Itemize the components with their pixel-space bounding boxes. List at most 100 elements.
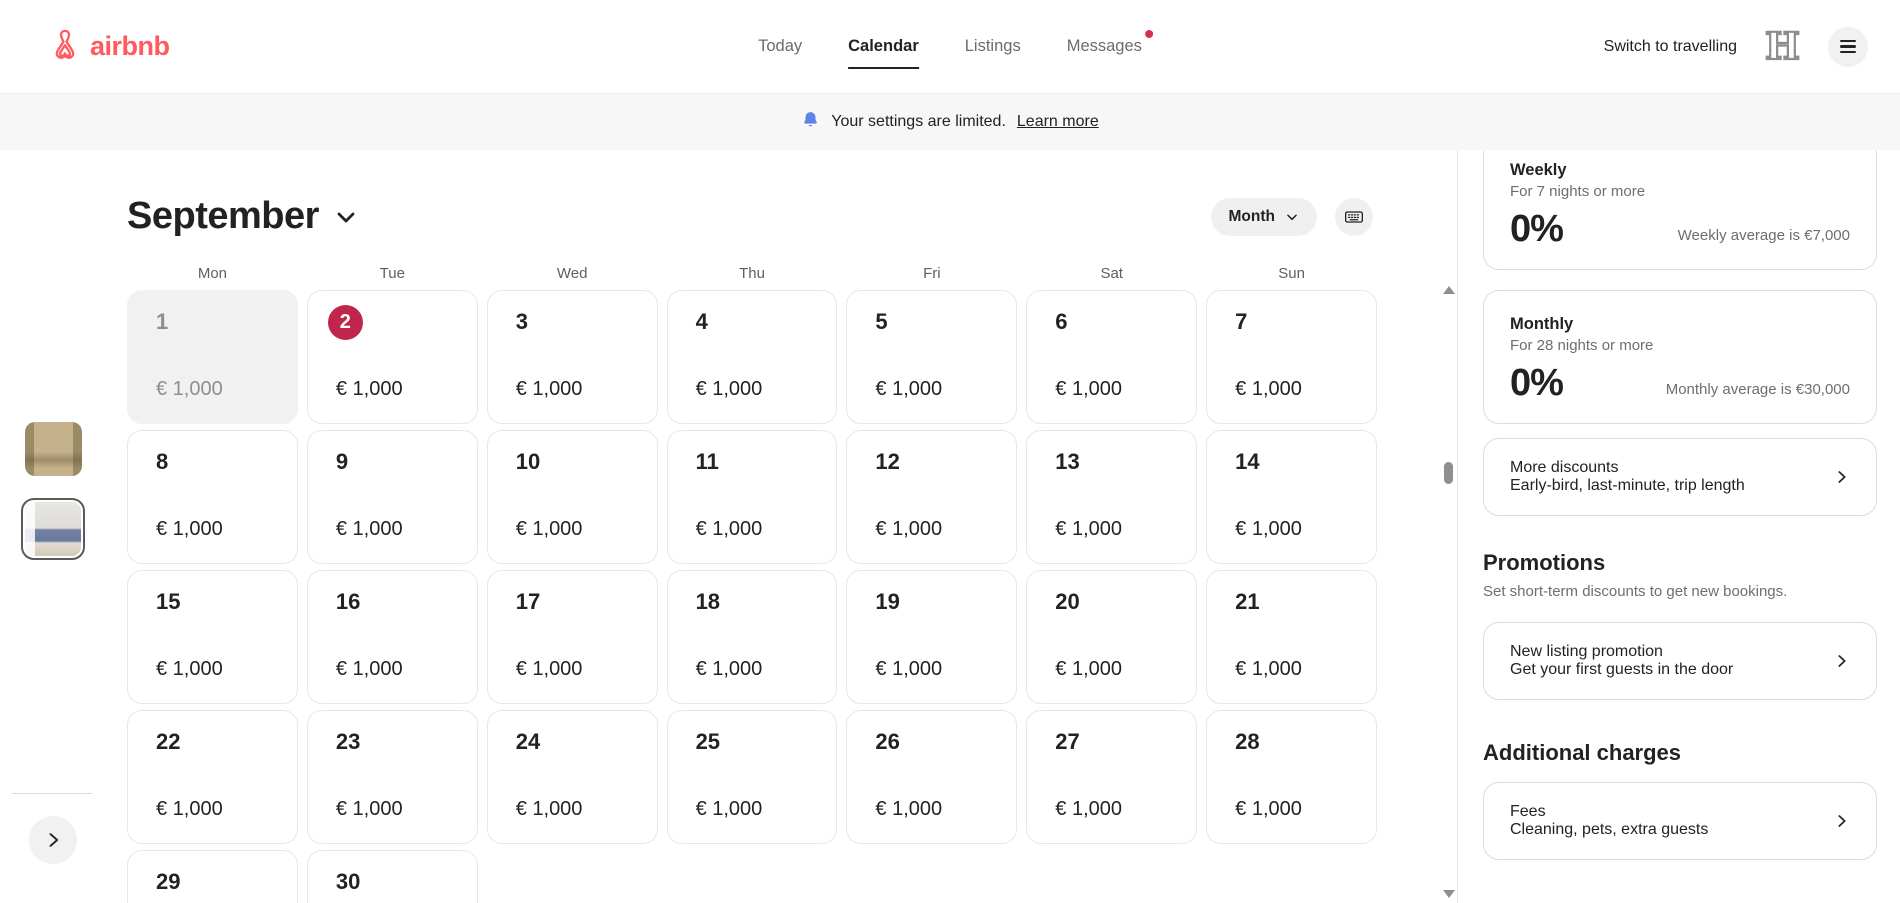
- day-price: € 1,000: [696, 658, 763, 681]
- nav-tab-messages[interactable]: Messages: [1067, 33, 1142, 60]
- weekday-label: Tue: [307, 265, 478, 282]
- hamburger-icon: [1840, 40, 1856, 42]
- new-listing-promotion-card[interactable]: New listing promotion Get your first gue…: [1483, 622, 1877, 700]
- calendar-day-cell[interactable]: 24€ 1,000: [487, 710, 658, 844]
- day-price: € 1,000: [516, 658, 583, 681]
- day-price: € 1,000: [1055, 798, 1122, 821]
- calendar-day-cell[interactable]: 15€ 1,000: [127, 570, 298, 704]
- card-subtitle: Cleaning, pets, extra guests: [1510, 821, 1834, 839]
- view-mode-label: Month: [1229, 208, 1275, 226]
- card-subtitle: Get your first guests in the door: [1510, 661, 1834, 679]
- chevron-down-icon: [334, 205, 358, 229]
- day-number: 5: [875, 309, 1016, 335]
- calendar-day-cell[interactable]: 21€ 1,000: [1206, 570, 1377, 704]
- learn-more-link[interactable]: Learn more: [1017, 113, 1099, 131]
- calendar-day-cell[interactable]: 10€ 1,000: [487, 430, 658, 564]
- calendar-day-cell[interactable]: 1€ 1,000: [127, 290, 298, 424]
- calendar-day-cell[interactable]: 9€ 1,000: [307, 430, 478, 564]
- listing-thumbnail-selected[interactable]: [21, 498, 85, 560]
- keyboard-shortcuts-button[interactable]: [1335, 198, 1373, 236]
- calendar-day-cell[interactable]: 26€ 1,000: [846, 710, 1017, 844]
- banner-text: Your settings are limited.: [831, 113, 1006, 131]
- fees-card[interactable]: Fees Cleaning, pets, extra guests: [1483, 782, 1877, 860]
- card-subtitle: Early-bird, last-minute, trip length: [1510, 477, 1834, 495]
- calendar-grid: 1€ 1,0002€ 1,0003€ 1,0004€ 1,0005€ 1,000…: [127, 290, 1377, 903]
- day-price: € 1,000: [875, 378, 942, 401]
- day-price: € 1,000: [336, 798, 403, 821]
- monthly-discount-card[interactable]: Monthly For 28 nights or more 0% Monthly…: [1483, 290, 1877, 424]
- day-number: 7: [1235, 309, 1376, 335]
- nav-tab-listings[interactable]: Listings: [965, 33, 1021, 60]
- view-mode-dropdown[interactable]: Month: [1211, 198, 1317, 236]
- airbnb-belo-icon: [48, 26, 82, 67]
- weekday-label: Wed: [487, 265, 658, 282]
- day-number: 4: [696, 309, 837, 335]
- airbnb-logo[interactable]: airbnb: [48, 26, 170, 67]
- calendar-day-cell[interactable]: 25€ 1,000: [667, 710, 838, 844]
- day-number: 23: [336, 729, 477, 755]
- calendar-day-cell[interactable]: 7€ 1,000: [1206, 290, 1377, 424]
- weekly-discount-card[interactable]: Weekly For 7 nights or more 0% Weekly av…: [1483, 150, 1877, 270]
- day-price: € 1,000: [156, 518, 223, 541]
- day-number: 27: [1055, 729, 1196, 755]
- scroll-up-arrow-icon[interactable]: [1443, 286, 1455, 294]
- card-title: Fees: [1510, 803, 1834, 821]
- day-price: € 1,000: [1055, 658, 1122, 681]
- day-price: € 1,000: [156, 378, 223, 401]
- day-number: 22: [156, 729, 297, 755]
- airbnb-wordmark: airbnb: [90, 31, 170, 62]
- scroll-down-arrow-icon[interactable]: [1443, 890, 1455, 898]
- day-price: € 1,000: [516, 378, 583, 401]
- month-selector[interactable]: September: [127, 195, 358, 238]
- day-price: € 1,000: [1055, 378, 1122, 401]
- calendar-day-cell[interactable]: 16€ 1,000: [307, 570, 478, 704]
- calendar-day-cell[interactable]: 11€ 1,000: [667, 430, 838, 564]
- day-price: € 1,000: [516, 798, 583, 821]
- calendar-day-cell[interactable]: 17€ 1,000: [487, 570, 658, 704]
- nav-tab-calendar[interactable]: Calendar: [848, 33, 919, 60]
- scrollbar-thumb[interactable]: [1444, 462, 1453, 484]
- day-price: € 1,000: [516, 518, 583, 541]
- calendar-day-cell[interactable]: 30: [307, 850, 478, 903]
- calendar-day-cell[interactable]: 19€ 1,000: [846, 570, 1017, 704]
- day-number: 29: [156, 869, 297, 895]
- profile-monogram[interactable]: H: [1765, 28, 1800, 65]
- day-number: 18: [696, 589, 837, 615]
- calendar-day-cell[interactable]: 23 € 1,000: [307, 710, 478, 844]
- calendar-day-cell[interactable]: 29: [127, 850, 298, 903]
- promotions-heading: Promotions: [1483, 550, 1877, 576]
- nav-tab-today[interactable]: Today: [758, 33, 802, 60]
- calendar-day-cell[interactable]: 13€ 1,000: [1026, 430, 1197, 564]
- month-title-label: September: [127, 195, 319, 238]
- calendar-scrollbar[interactable]: [1441, 286, 1456, 898]
- calendar-day-cell[interactable]: 18 € 1,000: [667, 570, 838, 704]
- calendar-day-cell[interactable]: 12€ 1,000: [846, 430, 1017, 564]
- calendar-day-cell[interactable]: 22€ 1,000: [127, 710, 298, 844]
- calendar-day-cell[interactable]: 6€ 1,000: [1026, 290, 1197, 424]
- day-number: 21: [1235, 589, 1376, 615]
- chevron-right-icon: [1834, 651, 1850, 671]
- calendar-day-cell[interactable]: 27 € 1,000: [1026, 710, 1197, 844]
- card-subtitle: For 28 nights or more: [1510, 337, 1850, 354]
- weekly-discount-value: 0%: [1510, 208, 1563, 251]
- day-price: € 1,000: [336, 658, 403, 681]
- calendar-day-cell[interactable]: 2€ 1,000: [307, 290, 478, 424]
- calendar-day-cell[interactable]: 3€ 1,000: [487, 290, 658, 424]
- calendar-day-cell[interactable]: 20€ 1,000: [1026, 570, 1197, 704]
- hamburger-menu-button[interactable]: [1828, 27, 1868, 67]
- chevron-right-icon: [1834, 467, 1850, 487]
- day-number: 28: [1235, 729, 1376, 755]
- next-listing-button[interactable]: [29, 816, 77, 864]
- more-discounts-card[interactable]: More discounts Early-bird, last-minute, …: [1483, 438, 1877, 516]
- day-number: 26: [875, 729, 1016, 755]
- calendar-day-cell[interactable]: 4€ 1,000: [667, 290, 838, 424]
- calendar-day-cell[interactable]: 8€ 1,000: [127, 430, 298, 564]
- keyboard-icon: [1344, 207, 1364, 227]
- calendar-day-cell[interactable]: 28€ 1,000: [1206, 710, 1377, 844]
- day-number: 9: [336, 449, 477, 475]
- listing-thumbnail-cathedral[interactable]: [25, 422, 82, 476]
- switch-to-travelling-link[interactable]: Switch to travelling: [1604, 38, 1737, 56]
- content-area: September Month: [0, 150, 1900, 903]
- calendar-day-cell[interactable]: 5 € 1,000: [846, 290, 1017, 424]
- calendar-day-cell[interactable]: 14€ 1,000: [1206, 430, 1377, 564]
